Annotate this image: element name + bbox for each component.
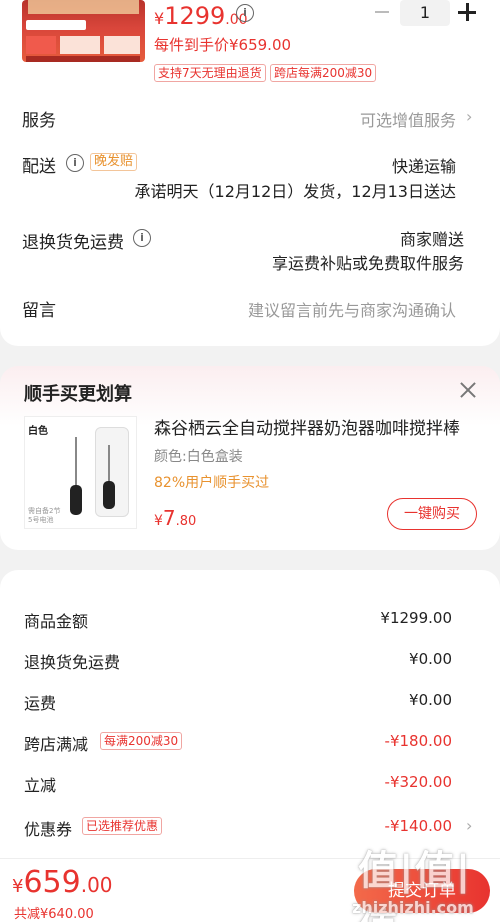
total-saved: 共减¥640.00 bbox=[14, 907, 94, 922]
watermark-url: zhizhizhi.com bbox=[352, 898, 474, 917]
upsell-variant: 颜色:白色盒装 bbox=[154, 449, 243, 465]
image-caption: 需自备2节 5号电池 bbox=[28, 507, 61, 524]
total-price: ¥659.00 bbox=[12, 865, 113, 900]
delivery-label: 配送 bbox=[22, 157, 56, 177]
plus-icon[interactable] bbox=[458, 3, 476, 21]
summary-value: ¥0.00 bbox=[409, 650, 452, 668]
return-shipping-desc: 享运费补贴或免费取件服务 bbox=[271, 254, 464, 273]
close-icon[interactable] bbox=[458, 380, 478, 400]
summary-label: 退换货免运费 bbox=[24, 653, 121, 672]
summary-value: -¥180.00 bbox=[384, 732, 452, 750]
store-discount-tag: 跨店每满200减30 bbox=[270, 64, 377, 82]
info-icon[interactable]: i bbox=[236, 4, 254, 22]
order-details-card: ¥1299.00 i 1 每件到手价¥659.00 支持7天无理由退货 跨店每满… bbox=[0, 0, 500, 346]
quantity-input[interactable]: 1 bbox=[400, 0, 450, 26]
info-icon[interactable]: i bbox=[66, 154, 84, 172]
minus-icon[interactable] bbox=[372, 10, 392, 14]
coupon-value[interactable]: -¥140.00 bbox=[385, 817, 452, 835]
summary-value: ¥1299.00 bbox=[380, 609, 452, 627]
delivery-promise: 承诺明天（12月12日）发货，12月13日送达 bbox=[134, 182, 456, 201]
service-value[interactable]: 可选增值服务 bbox=[360, 107, 456, 131]
summary-label: 运费 bbox=[24, 694, 57, 713]
hand-price: 每件到手价¥659.00 bbox=[154, 36, 292, 54]
summary-value: ¥0.00 bbox=[409, 691, 452, 709]
discount-rule-tag: 每满200减30 bbox=[100, 732, 183, 750]
upsell-title: 顺手买更划算 bbox=[24, 384, 132, 405]
info-icon[interactable]: i bbox=[133, 229, 151, 247]
return-shipping-label: 退换货免运费 bbox=[22, 233, 124, 253]
return-shipping-value: 商家赠送 bbox=[399, 230, 464, 249]
message-input[interactable]: 建议留言前先与商家沟通确认 bbox=[248, 297, 456, 321]
delivery-method: 快递运输 bbox=[391, 157, 456, 176]
image-color-label: 白色 bbox=[28, 426, 48, 437]
upsell-card: 顺手买更划算 白色 需自备2节 5号电池 森谷栖云全自动搅拌器奶泡器咖啡搅拌棒 … bbox=[0, 366, 500, 550]
summary-label: 商品金额 bbox=[24, 612, 89, 631]
return-policy-tag: 支持7天无理由退货 bbox=[154, 64, 266, 82]
message-label: 留言 bbox=[22, 301, 56, 321]
unit-price: ¥1299.00 bbox=[154, 2, 248, 30]
upsell-price: ¥7.80 bbox=[154, 506, 197, 530]
summary-value: -¥320.00 bbox=[384, 773, 452, 791]
service-label: 服务 bbox=[22, 111, 56, 131]
one-click-buy-button[interactable]: 一键购买 bbox=[387, 498, 477, 530]
coupon-tag: 已选推荐优惠 bbox=[82, 817, 163, 835]
price-summary-card: 商品金额 ¥1299.00 退换货免运费 ¥0.00 运费 ¥0.00 跨店满减… bbox=[0, 570, 500, 870]
chevron-right-icon[interactable]: › bbox=[466, 816, 472, 835]
summary-label: 优惠券 bbox=[24, 820, 73, 839]
upsell-bought-rate: 82%用户顺手买过 bbox=[154, 475, 270, 491]
late-delivery-tag: 晚发赔 bbox=[90, 153, 138, 171]
chevron-right-icon[interactable]: › bbox=[466, 107, 472, 126]
summary-label: 跨店满减 bbox=[24, 735, 89, 754]
upsell-product-name[interactable]: 森谷栖云全自动搅拌器奶泡器咖啡搅拌棒 bbox=[154, 414, 474, 439]
watermark: 值|值|值 zhizhizhi.com bbox=[348, 838, 500, 922]
upsell-product-image[interactable]: 白色 需自备2节 5号电池 bbox=[24, 416, 137, 529]
product-thumbnail[interactable] bbox=[22, 0, 145, 62]
summary-label: 立减 bbox=[24, 776, 57, 795]
